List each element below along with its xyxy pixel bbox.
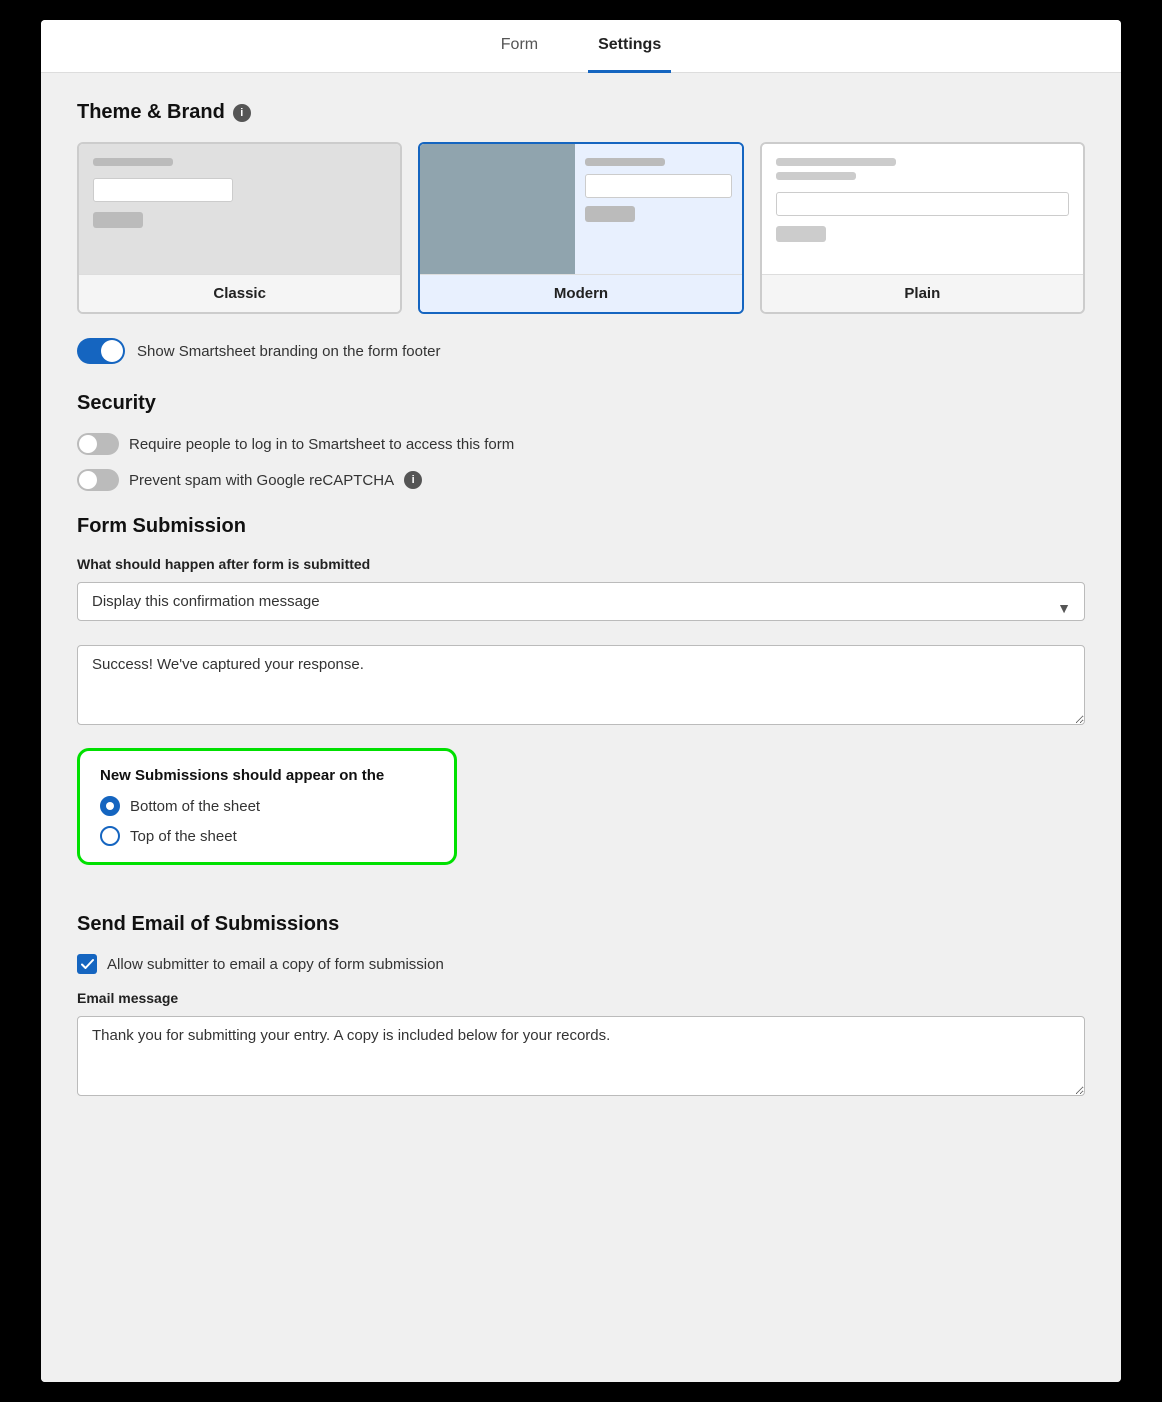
branding-toggle-row: Show Smartsheet branding on the form foo…	[77, 338, 1085, 364]
top-radio-row: Top of the sheet	[100, 826, 434, 846]
classic-bar1	[93, 158, 173, 166]
plain-preview	[762, 144, 1083, 274]
recaptcha-toggle[interactable]	[77, 469, 119, 491]
modern-label: Modern	[420, 274, 741, 312]
plain-input	[776, 192, 1069, 216]
what-happens-label: What should happen after form is submitt…	[77, 556, 1085, 572]
classic-input	[93, 178, 233, 202]
plain-btn	[776, 226, 826, 242]
new-submissions-box: New Submissions should appear on the Bot…	[77, 748, 457, 865]
new-submissions-title: New Submissions should appear on the	[100, 767, 434, 784]
send-email-section: Send Email of Submissions Allow submitte…	[77, 913, 1085, 1119]
plain-bar1	[776, 158, 896, 166]
modern-input	[585, 174, 732, 198]
bottom-radio-label: Bottom of the sheet	[130, 798, 260, 815]
security-heading: Security	[77, 392, 1085, 415]
modern-btn	[585, 206, 635, 222]
plain-label: Plain	[762, 274, 1083, 312]
theme-brand-heading: Theme & Brand i	[77, 101, 1085, 124]
email-message-label: Email message	[77, 990, 1085, 1006]
checkmark-icon	[81, 958, 94, 971]
what-happens-select-wrapper: Display this confirmation message Redire…	[77, 582, 1085, 633]
allow-email-label: Allow submitter to email a copy of form …	[107, 956, 444, 973]
form-submission-section: Form Submission What should happen after…	[77, 515, 1085, 889]
modern-right-block	[575, 144, 742, 274]
bottom-radio-row: Bottom of the sheet	[100, 796, 434, 816]
modern-bar	[585, 158, 665, 166]
login-required-toggle[interactable]	[77, 433, 119, 455]
classic-preview	[79, 144, 400, 274]
recaptcha-info-icon[interactable]: i	[404, 471, 422, 489]
theme-modern[interactable]: Modern	[418, 142, 743, 314]
recaptcha-label: Prevent spam with Google reCAPTCHA	[129, 472, 394, 489]
classic-btn	[93, 212, 143, 228]
allow-email-row: Allow submitter to email a copy of form …	[77, 954, 1085, 974]
theme-classic[interactable]: Classic	[77, 142, 402, 314]
send-email-heading: Send Email of Submissions	[77, 913, 1085, 936]
branding-toggle-label: Show Smartsheet branding on the form foo…	[137, 343, 441, 360]
theme-cards: Classic Modern	[77, 142, 1085, 314]
top-radio[interactable]	[100, 826, 120, 846]
top-radio-label: Top of the sheet	[130, 828, 237, 845]
confirmation-message-textarea[interactable]: Success! We've captured your response.	[77, 645, 1085, 725]
plain-bar2	[776, 172, 856, 180]
tab-form[interactable]: Form	[491, 20, 548, 73]
login-required-row: Require people to log in to Smartsheet t…	[77, 433, 1085, 455]
theme-brand-section: Theme & Brand i Classic	[77, 101, 1085, 364]
modern-left-block	[420, 144, 574, 274]
login-required-knob	[79, 435, 97, 453]
what-happens-select[interactable]: Display this confirmation message Redire…	[77, 582, 1085, 621]
recaptcha-knob	[79, 471, 97, 489]
form-submission-heading: Form Submission	[77, 515, 1085, 538]
theme-brand-info-icon[interactable]: i	[233, 104, 251, 122]
security-section: Security Require people to log in to Sma…	[77, 392, 1085, 491]
recaptcha-row: Prevent spam with Google reCAPTCHA i	[77, 469, 1085, 491]
tabs-bar: Form Settings	[41, 20, 1121, 73]
bottom-radio[interactable]	[100, 796, 120, 816]
modern-preview	[420, 144, 741, 274]
branding-toggle-knob	[101, 340, 123, 362]
login-required-label: Require people to log in to Smartsheet t…	[129, 436, 514, 453]
branding-toggle[interactable]	[77, 338, 125, 364]
tab-settings[interactable]: Settings	[588, 20, 671, 73]
allow-email-checkbox[interactable]	[77, 954, 97, 974]
theme-plain[interactable]: Plain	[760, 142, 1085, 314]
main-content: Theme & Brand i Classic	[41, 73, 1121, 1382]
email-message-textarea[interactable]: Thank you for submitting your entry. A c…	[77, 1016, 1085, 1096]
classic-label: Classic	[79, 274, 400, 312]
